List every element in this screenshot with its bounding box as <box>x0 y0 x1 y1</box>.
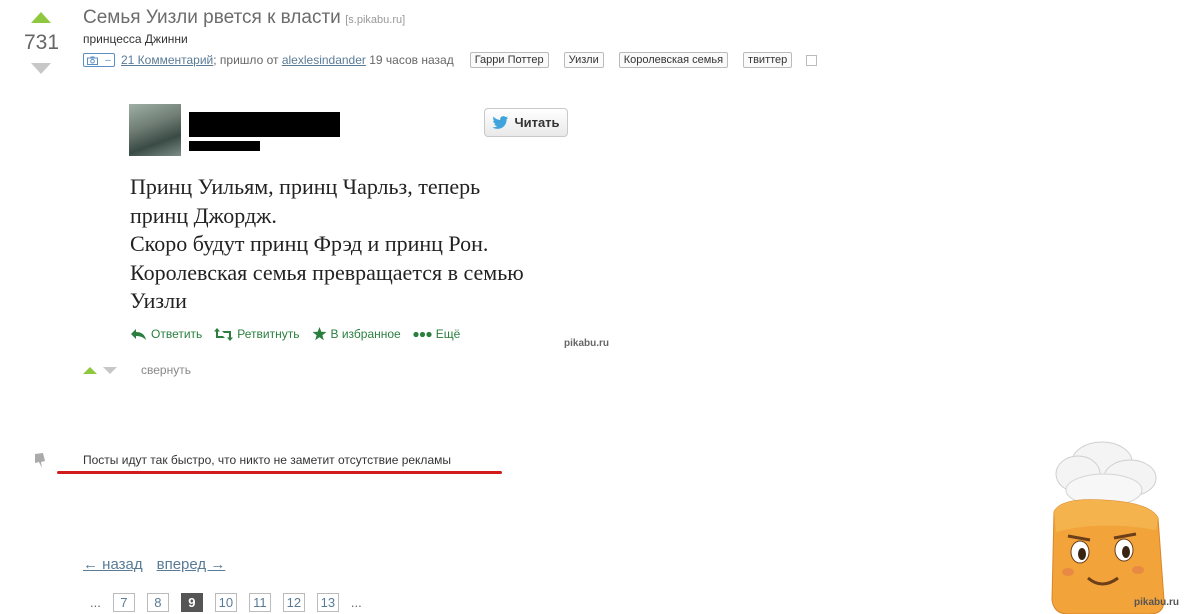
retweet-icon <box>214 327 234 341</box>
pagination-ellipsis-end: ... <box>350 595 362 610</box>
camera-dash: – <box>105 54 111 66</box>
comment-downvote-button[interactable] <box>103 366 117 374</box>
mascot-watermark: pikabu.ru <box>1134 597 1180 608</box>
tag-weasley[interactable]: Уизли <box>563 52 604 68</box>
post-score: 731 <box>24 31 60 54</box>
save-icon[interactable] <box>806 54 818 66</box>
more-dots-icon <box>413 331 432 337</box>
tag-twitter[interactable]: твиттер <box>743 52 793 68</box>
red-underline <box>57 471 502 474</box>
tag-harry-potter[interactable]: Гарри Поттер <box>469 52 549 68</box>
upvote-button[interactable] <box>31 12 51 23</box>
tag-royal-family[interactable]: Королевская семья <box>618 52 729 68</box>
more-action[interactable]: Ещё <box>413 327 461 341</box>
retweet-action[interactable]: Ретвитнуть <box>214 327 300 341</box>
page-11[interactable]: 11 <box>248 593 271 612</box>
page-10[interactable]: 10 <box>214 593 237 612</box>
follow-button[interactable]: Читать <box>484 108 568 137</box>
tweet-text: Принц Уильям, принц Чарльз, теперь принц… <box>130 174 524 313</box>
follow-label: Читать <box>514 115 560 130</box>
reply-action[interactable]: Ответить <box>130 327 202 341</box>
favorite-label: В избранное <box>330 327 401 341</box>
image-watermark: pikabu.ru <box>564 338 610 349</box>
more-label: Ещё <box>435 327 461 341</box>
notice-text: Посты идут так быстро, что никто не заме… <box>83 453 451 467</box>
reply-label: Ответить <box>151 327 203 341</box>
downvote-button[interactable] <box>31 63 51 74</box>
avatar[interactable] <box>129 104 181 156</box>
page-current: 9 <box>180 593 203 612</box>
comment-upvote-button[interactable] <box>83 366 97 374</box>
chef-mascot-icon <box>1051 441 1165 614</box>
collapse-link[interactable]: свернуть <box>141 363 191 377</box>
author-link[interactable]: alexlesindander <box>282 53 366 67</box>
redacted-username <box>189 112 340 137</box>
page-12[interactable]: 12 <box>282 593 305 612</box>
pin-icon <box>31 451 49 474</box>
post-time: 19 часов назад <box>369 53 454 67</box>
prev-page-link[interactable]: ← назад <box>83 556 143 573</box>
pagination-ellipsis-start: ... <box>90 595 101 610</box>
post-subtitle: принцесса Джинни <box>83 32 188 46</box>
post-title[interactable]: Семья Уизли рвется к власти <box>83 7 341 28</box>
next-page-link[interactable]: вперед → <box>157 556 226 573</box>
favorite-action[interactable]: В избранное <box>312 327 401 341</box>
page-8[interactable]: 8 <box>146 593 169 612</box>
retweet-label: Ретвитнуть <box>237 327 300 341</box>
page-7[interactable]: 7 <box>112 593 135 612</box>
post-source[interactable]: [s.pikabu.ru] <box>345 14 405 26</box>
page-13[interactable]: 13 <box>316 593 339 612</box>
from-text: ; пришло от <box>213 53 279 67</box>
star-icon <box>312 327 326 341</box>
comments-link[interactable]: 21 Комментарий <box>121 53 213 67</box>
twitter-bird-icon <box>492 115 509 129</box>
reply-icon <box>131 328 146 340</box>
redacted-handle <box>189 141 260 151</box>
camera-icon[interactable]: – <box>83 53 115 67</box>
